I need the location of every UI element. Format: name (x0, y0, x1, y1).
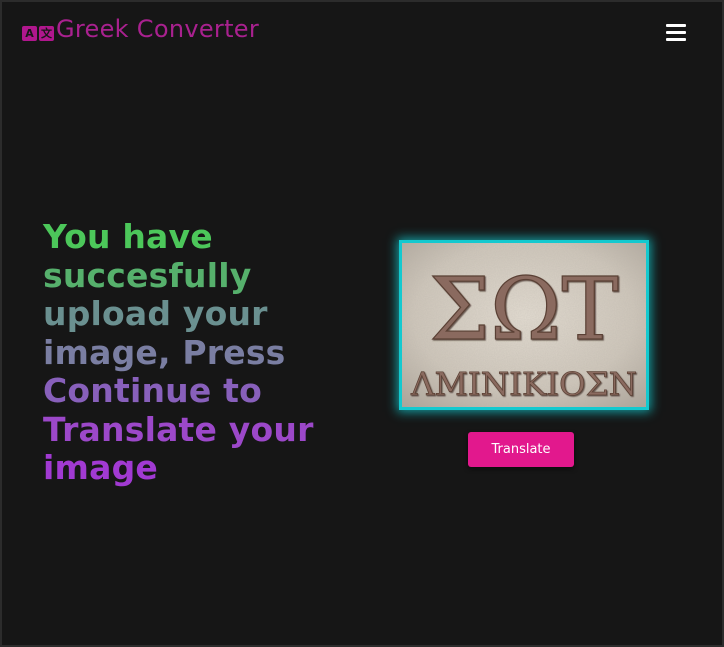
app-window: A 文 Greek Converter You have succesfully… (0, 0, 724, 647)
logo-glyph-latin: A (22, 26, 37, 41)
uploaded-image: ΣΩΤ ΛΜΙΝΙΚΙΟΣΝ (399, 240, 649, 410)
message-line: You have (43, 217, 213, 256)
translate-button[interactable]: Translate (468, 432, 574, 467)
menu-bar (666, 31, 686, 34)
inscription-top-text: ΣΩΤ (429, 260, 618, 360)
message-line: Translate your (43, 409, 314, 449)
message-line: image (43, 448, 158, 487)
logo-glyph-cjk: 文 (39, 26, 54, 41)
message-line: upload your (43, 294, 268, 333)
app-title[interactable]: Greek Converter (56, 15, 259, 43)
message-line: succesfully (43, 255, 252, 295)
message-line: image, Press (43, 332, 286, 372)
inscription-bottom-text: ΛΜΙΝΙΚΙΟΣΝ (410, 365, 637, 403)
stone-inscription-photo: ΣΩΤ ΛΜΙΝΙΚΙΟΣΝ (402, 243, 646, 407)
menu-bar (666, 24, 686, 27)
top-navbar: A 文 Greek Converter (2, 2, 722, 62)
menu-bar (666, 38, 686, 41)
upload-success-message: You have succesfully upload your image, … (43, 217, 343, 488)
hamburger-menu-icon[interactable] (664, 21, 688, 43)
message-line: Continue to (43, 371, 262, 410)
translate-logo-icon: A 文 (22, 26, 56, 42)
